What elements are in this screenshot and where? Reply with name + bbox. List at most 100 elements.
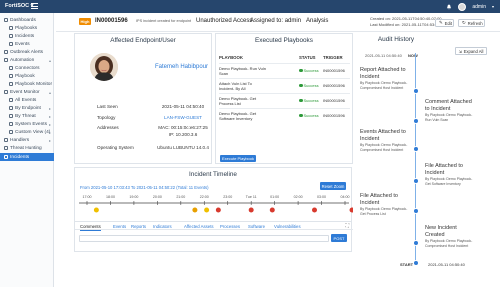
- chevron-icon[interactable]: ▸: [49, 106, 51, 111]
- sidebar-item[interactable]: Handlers ▸: [0, 136, 54, 144]
- tab[interactable]: Processes: [220, 224, 240, 229]
- timeline-event-marker[interactable]: [349, 207, 353, 213]
- tab[interactable]: Comments: [80, 224, 101, 231]
- tab[interactable]: Events: [113, 224, 126, 229]
- trigger-id[interactable]: IN00001596: [323, 113, 345, 118]
- timeline-tick-label: 01:00: [270, 195, 279, 199]
- incident-stage[interactable]: Analysis: [306, 18, 328, 24]
- sidebar-item[interactable]: By Threat ▸: [0, 112, 54, 120]
- expand-all-button[interactable]: ⇲ Expand All: [455, 47, 487, 55]
- audit-entry[interactable]: File Attached to Incident By Playbook: De…: [425, 163, 477, 186]
- sidebar-item[interactable]: Connectors: [0, 64, 54, 72]
- sidebar-item[interactable]: Playbook Monitor: [0, 80, 54, 88]
- audit-entry[interactable]: File Attached to Incident By Playbook: De…: [360, 193, 412, 216]
- sidebar-item-label: Automation: [10, 57, 35, 63]
- audit-entry[interactable]: Events Attached to Incident By Playbook: …: [360, 129, 412, 152]
- chevron-icon[interactable]: ▸: [49, 138, 51, 143]
- sidebar-item-label: Incidents: [15, 33, 35, 39]
- timeline-event-marker[interactable]: [204, 207, 210, 213]
- timeline-event-marker[interactable]: [248, 207, 254, 213]
- detail-value: IP: 10.200.3.6: [168, 132, 198, 137]
- alert-icon: [4, 50, 8, 54]
- expand-icon[interactable]: ⛶: [345, 223, 349, 229]
- audit-entry[interactable]: Comment Attached to Incident By Playbook:…: [425, 99, 477, 122]
- sidebar-item[interactable]: Custom View (4) ▸: [0, 128, 54, 136]
- sidebar-item[interactable]: Incidents: [0, 32, 54, 40]
- trigger-id[interactable]: IN00001596: [323, 68, 345, 73]
- check-circle-icon: [299, 113, 303, 118]
- playbook-name[interactable]: Demo Playbook- Run Vuln Scan: [219, 66, 267, 77]
- sidebar-item[interactable]: Outbreak Alerts: [0, 48, 54, 56]
- incident-assignee[interactable]: Assigned to: admin: [250, 18, 301, 24]
- endpoint-user-name[interactable]: Fatemeh Habibpour: [155, 64, 208, 70]
- panel-title: Incident Timeline: [189, 171, 237, 178]
- chevron-icon[interactable]: ▴: [49, 58, 51, 63]
- timeline-event-marker[interactable]: [312, 207, 318, 213]
- detail-value: MAC: 00:15:0c:e6:27:25: [158, 125, 208, 130]
- timeline-event-marker[interactable]: [215, 207, 221, 213]
- column-header-status[interactable]: STATUS: [299, 55, 316, 60]
- reset-zoom-button[interactable]: Reset Zoom: [320, 182, 346, 190]
- post-button[interactable]: POST: [331, 234, 347, 242]
- trigger-id[interactable]: IN00001596: [323, 98, 345, 103]
- sidebar-item[interactable]: Event Monitor ▴: [0, 88, 54, 96]
- executed-playbooks-panel: Executed Playbooks PLAYBOOK STATUS TRIGG…: [215, 33, 353, 164]
- sidebar-item-label: Threat Hunting: [10, 145, 42, 151]
- audit-entry[interactable]: New Incident Created By Playbook: Demo Pl…: [425, 225, 477, 248]
- brand-logo[interactable]: FortiSOC ▾: [5, 3, 33, 9]
- playbook-name[interactable]: Demo Playbook- Get Process List: [219, 96, 267, 107]
- chevron-icon[interactable]: ▸: [49, 114, 51, 119]
- timeline-event-marker[interactable]: [192, 207, 198, 213]
- refresh-button[interactable]: ↻ Refresh: [458, 19, 485, 27]
- table-row[interactable]: Demo Playbook- Get Software Inventory Suc…: [219, 108, 350, 122]
- tab[interactable]: Reports: [131, 224, 146, 229]
- table-row[interactable]: Attach Vuln List To Incident- By All Succ…: [219, 78, 350, 92]
- column-header-trigger[interactable]: TRIGGER: [323, 55, 343, 60]
- table-row[interactable]: Demo Playbook- Run Vuln Scan Success IN000…: [219, 63, 350, 77]
- table-row[interactable]: Demo Playbook- Get Process List Success IN…: [219, 93, 350, 107]
- tab[interactable]: Affected Assets: [184, 224, 214, 229]
- sidebar-item-label: By Threat: [15, 113, 36, 119]
- view-icon: [9, 130, 13, 134]
- user-area: admin ▾: [446, 2, 494, 11]
- trigger-id[interactable]: IN00001596: [323, 83, 345, 88]
- audit-entry[interactable]: Report Attached to Incident By Playbook: …: [360, 67, 412, 90]
- timeline-tick-label: 22:00: [200, 195, 209, 199]
- user-name[interactable]: admin: [472, 4, 486, 10]
- sidebar-item[interactable]: By Endpoint ▸: [0, 104, 54, 112]
- sidebar-item-label: Dashboards: [10, 17, 36, 23]
- chevron-icon[interactable]: ▸: [49, 122, 51, 127]
- chevron-down-icon[interactable]: ▾: [492, 4, 494, 9]
- detail-value[interactable]: LAN-FSW-GUEST: [153, 115, 213, 120]
- tab[interactable]: Indicators: [153, 224, 172, 229]
- playbook-name[interactable]: Demo Playbook- Get Software Inventory: [219, 111, 267, 122]
- chevron-icon[interactable]: ▸: [49, 130, 51, 135]
- sidebar-item[interactable]: Automation ▴: [0, 56, 54, 64]
- user-avatar[interactable]: [458, 2, 467, 11]
- sidebar-item[interactable]: Threat Hunting: [0, 144, 54, 152]
- sidebar-item[interactable]: Incidents: [0, 153, 54, 161]
- timeline-event-marker[interactable]: [93, 207, 99, 213]
- playbook-name[interactable]: Attach Vuln List To Incident- By All: [219, 81, 267, 92]
- timeline-event-marker[interactable]: [269, 207, 275, 213]
- sidebar-item[interactable]: System Events ▸: [0, 120, 54, 128]
- sidebar-item[interactable]: Playbooks: [0, 24, 54, 32]
- chevron-icon[interactable]: ▴: [49, 90, 51, 95]
- execute-playbook-button[interactable]: Execute Playbook: [220, 155, 256, 162]
- column-header-playbook[interactable]: PLAYBOOK: [219, 55, 243, 60]
- timeline-tick-label: 03:00: [317, 195, 326, 199]
- refresh-label: Refresh: [467, 20, 483, 26]
- hamburger-menu-icon[interactable]: [31, 3, 38, 9]
- audit-start-label: START: [400, 262, 414, 267]
- tab[interactable]: Vulnerabilities: [274, 224, 301, 229]
- sidebar-item[interactable]: All Events: [0, 96, 54, 104]
- affected-endpoint-panel: Affected Endpoint/User Fatemeh Habibpour…: [74, 33, 212, 164]
- tab[interactable]: Software: [248, 224, 265, 229]
- edit-button[interactable]: ✎ Edit: [435, 19, 454, 27]
- sidebar-item[interactable]: Events: [0, 40, 54, 48]
- hunt-icon: [4, 146, 8, 150]
- sidebar-item[interactable]: Dashboards: [0, 16, 54, 24]
- bell-icon[interactable]: [446, 4, 452, 10]
- comment-input[interactable]: [79, 235, 329, 242]
- sidebar-item[interactable]: Playbook: [0, 72, 54, 80]
